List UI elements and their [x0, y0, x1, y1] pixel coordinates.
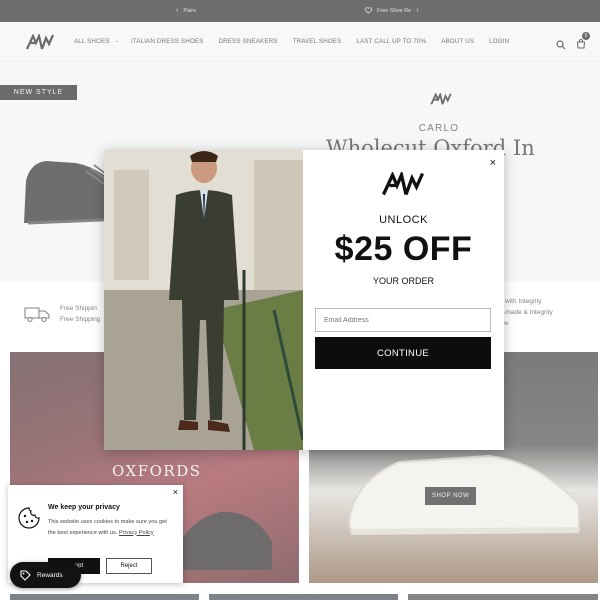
popup-brand-logo-icon [382, 172, 425, 196]
discount-amount: $25 OFF [334, 230, 473, 268]
popup-model-photo [104, 150, 303, 450]
cookie-icon [18, 507, 40, 529]
tag-icon [20, 569, 31, 581]
cookie-close-icon[interactable]: × [173, 487, 178, 497]
continue-button[interactable]: CONTINUE [315, 337, 491, 369]
popup-form: × UNLOCK $25 OFF YOUR ORDER CONTINUE [303, 150, 504, 450]
your-order-text: YOUR ORDER [372, 276, 434, 286]
cookie-text: This website uses cookies to make sure y… [48, 517, 176, 538]
privacy-policy-link[interactable]: Privacy Policy [119, 530, 154, 536]
close-icon[interactable]: × [490, 157, 496, 169]
rewards-button[interactable]: Rewards [10, 562, 81, 588]
page: ‹ Pairs Free Shoe Re › ALL SHOES ⌄ ITALI… [0, 0, 600, 600]
unlock-heading: UNLOCK [379, 214, 428, 226]
cookie-title: We keep your privacy [48, 504, 120, 511]
model-in-suit-image [104, 150, 303, 450]
email-field[interactable] [315, 308, 491, 332]
discount-popup: × UNLOCK $25 OFF YOUR ORDER CONTINUE [104, 150, 504, 450]
rewards-label: Rewards [37, 571, 63, 579]
cookie-reject-button[interactable]: Reject [106, 558, 152, 574]
